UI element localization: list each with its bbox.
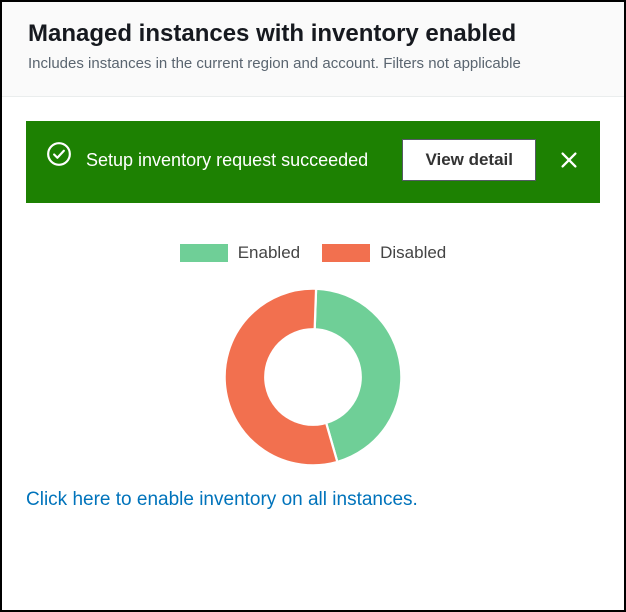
- swatch-enabled: [180, 244, 228, 262]
- swatch-disabled: [322, 244, 370, 262]
- check-circle-icon: [46, 141, 72, 167]
- success-alert: Setup inventory request succeeded View d…: [26, 121, 600, 203]
- alert-message: Setup inventory request succeeded: [86, 147, 388, 174]
- chart-legend: Enabled Disabled: [180, 243, 447, 263]
- panel-subtitle: Includes instances in the current region…: [28, 54, 598, 74]
- legend-label-disabled: Disabled: [380, 243, 446, 263]
- legend-item-enabled: Enabled: [180, 243, 300, 263]
- enable-all-link[interactable]: Click here to enable inventory on all in…: [26, 489, 418, 510]
- view-detail-button[interactable]: View detail: [402, 139, 536, 181]
- enable-all-row: Click here to enable inventory on all in…: [26, 489, 600, 511]
- donut-chart: [219, 283, 407, 471]
- panel-header: Managed instances with inventory enabled…: [2, 2, 624, 97]
- inventory-panel: Managed instances with inventory enabled…: [0, 0, 626, 612]
- panel-body: Setup inventory request succeeded View d…: [2, 97, 624, 610]
- chart-area: Enabled Disabled: [26, 243, 600, 471]
- legend-item-disabled: Disabled: [322, 243, 446, 263]
- panel-title: Managed instances with inventory enabled: [28, 20, 598, 48]
- close-icon[interactable]: [558, 149, 580, 171]
- legend-label-enabled: Enabled: [238, 243, 300, 263]
